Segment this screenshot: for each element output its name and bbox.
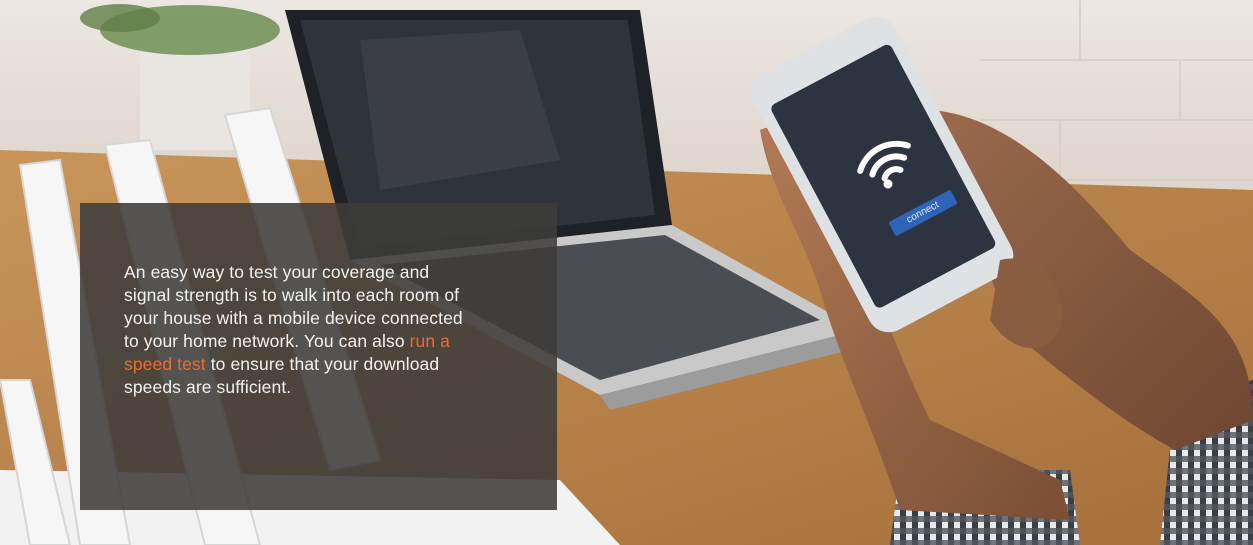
caption-panel: An easy way to test your coverage and si…: [80, 203, 557, 510]
wifi-icon: [857, 140, 911, 189]
caption-text: An easy way to test your coverage and si…: [124, 261, 464, 399]
hero-banner: connect An easy way to test your coverag…: [0, 0, 1253, 545]
